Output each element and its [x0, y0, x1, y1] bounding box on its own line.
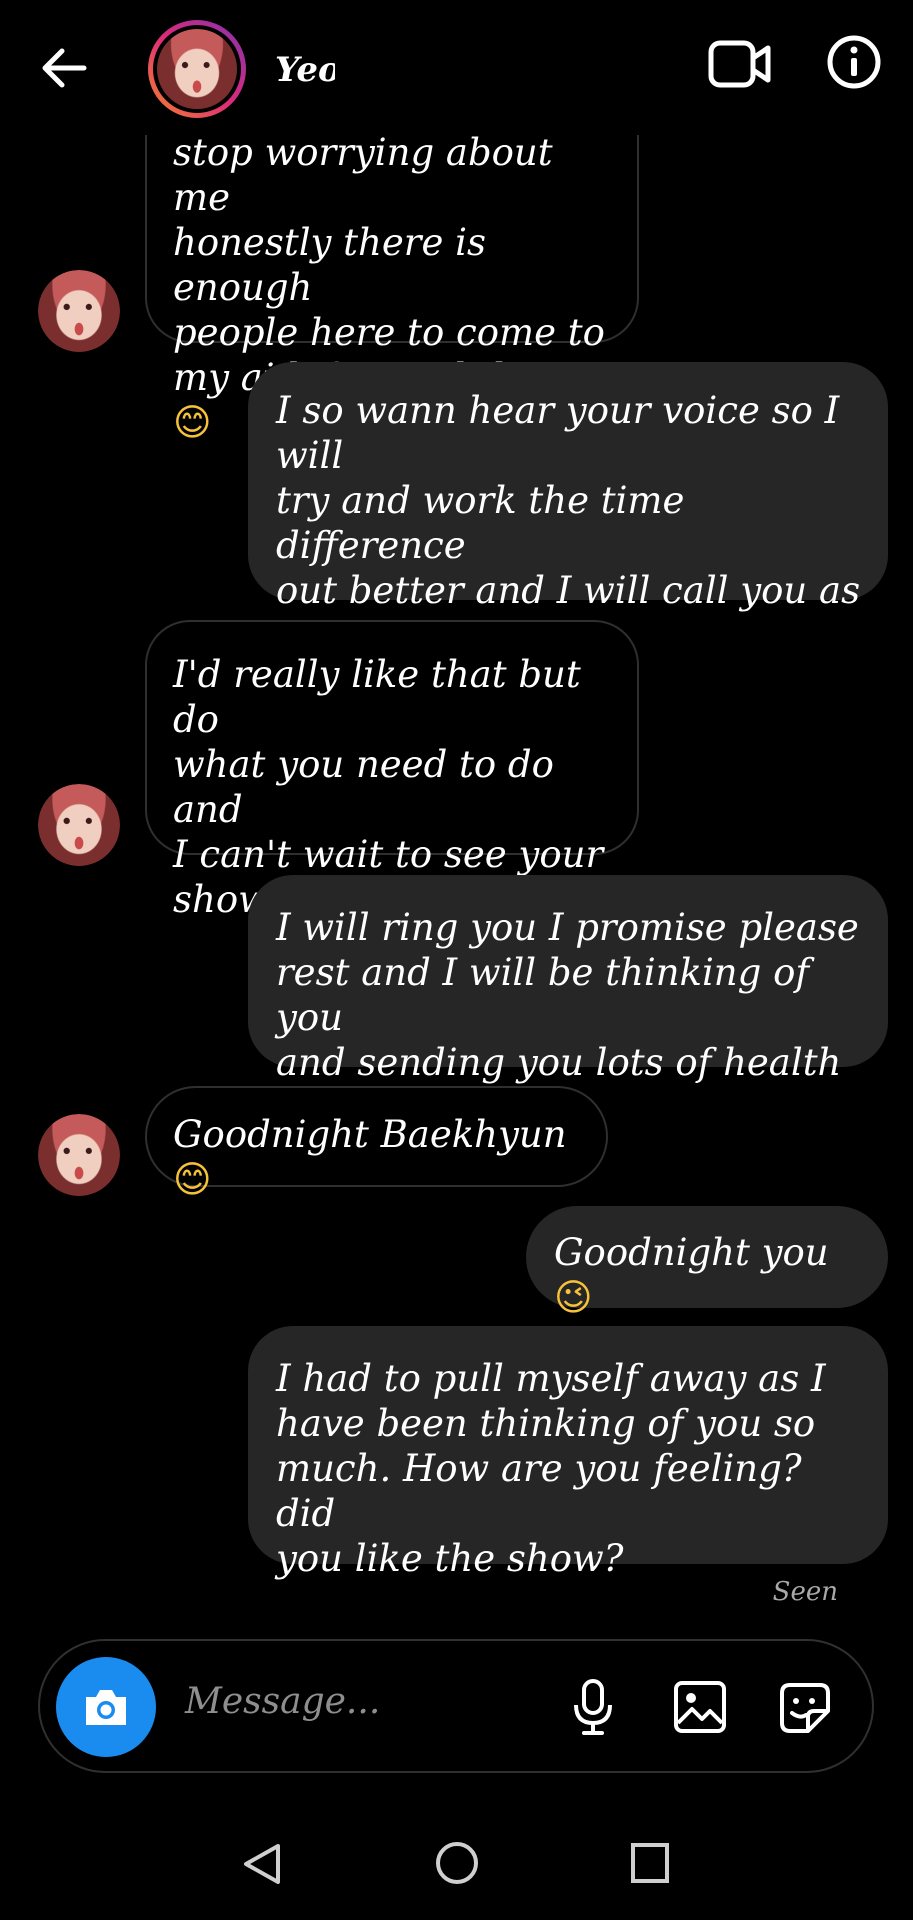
sent-message[interactable]: I will ring you I promise please rest an… [248, 875, 888, 1084]
sticker-icon[interactable] [776, 1679, 834, 1737]
camera-button[interactable] [56, 1657, 156, 1757]
sender-avatar[interactable] [38, 270, 120, 352]
message-text: I had to pull myself away as I have been… [276, 1357, 826, 1580]
nav-recents-icon[interactable] [628, 1840, 672, 1886]
camera-icon [86, 1690, 126, 1725]
received-message[interactable]: Goodnight Baekhyun 😊 [145, 1086, 608, 1201]
gallery-icon[interactable] [672, 1679, 728, 1735]
received-message[interactable]: I'd really like that but do what you nee… [145, 620, 639, 921]
message-text: Goodnight you 😉 [554, 1231, 829, 1319]
nav-back-icon[interactable] [240, 1840, 284, 1888]
microphone-icon[interactable] [570, 1677, 616, 1737]
message-composer: Message... [38, 1639, 874, 1773]
message-text: I so wann hear your voice so I will try … [276, 389, 861, 657]
sent-message[interactable]: I so wann hear your voice so I will try … [248, 362, 888, 657]
sent-message[interactable]: I had to pull myself away as I have been… [248, 1326, 888, 1580]
chat-header: Yeol [0, 0, 913, 135]
message-text: Goodnight Baekhyun 😊 [173, 1113, 567, 1201]
sender-avatar[interactable] [38, 1114, 120, 1196]
info-icon[interactable] [826, 34, 882, 90]
chat-title[interactable]: Yeol [275, 50, 335, 90]
seen-status: Seen [772, 1577, 838, 1607]
sender-avatar[interactable] [38, 784, 120, 866]
nav-home-icon[interactable] [434, 1840, 480, 1886]
back-arrow-icon[interactable] [38, 42, 90, 94]
sent-message[interactable]: Goodnight you 😉 [526, 1206, 888, 1319]
profile-avatar[interactable] [148, 20, 246, 118]
video-call-icon[interactable] [708, 38, 772, 90]
system-nav-bar [0, 1810, 913, 1920]
message-text: I will ring you I promise please rest an… [276, 906, 859, 1084]
message-input[interactable]: Message... [185, 1681, 380, 1722]
